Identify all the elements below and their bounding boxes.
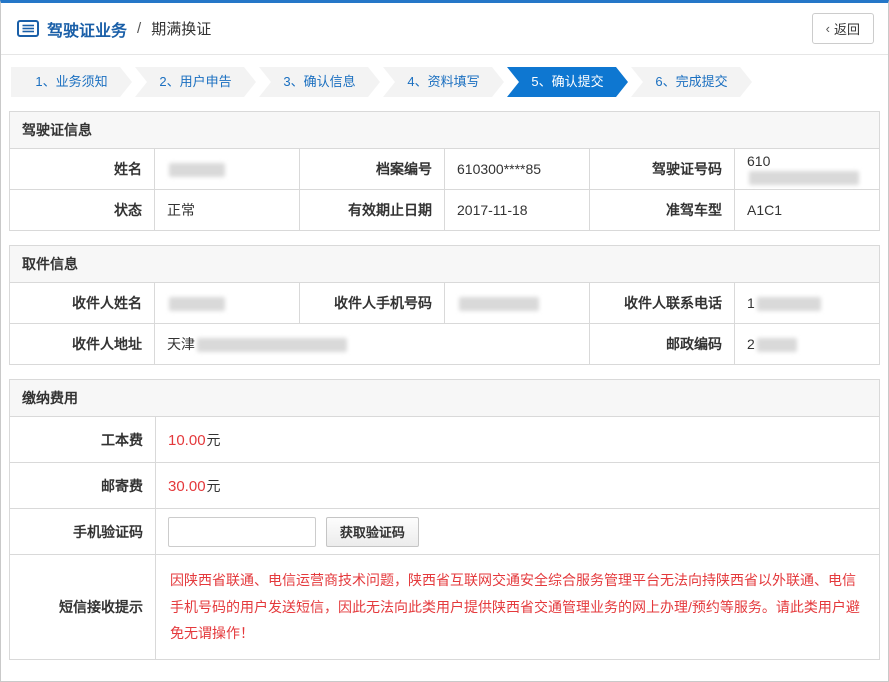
pickup-section-title: 取件信息 (9, 245, 880, 283)
recipient-address-value: 天津 (155, 324, 590, 365)
sms-notice-label: 短信接收提示 (10, 555, 156, 660)
recipient-phone-value: 1 (735, 283, 880, 324)
fee-section-title: 缴纳费用 (9, 379, 880, 417)
pickup-info-table: 收件人姓名 收件人手机号码 收件人联系电话 1 收件人地址 天津 邮政编码 2 (9, 282, 880, 365)
table-row: 收件人姓名 收件人手机号码 收件人联系电话 1 (10, 283, 880, 324)
back-chevron-icon: ‹ (826, 21, 830, 36)
postal-code-label: 邮政编码 (590, 324, 735, 365)
name-value (155, 149, 300, 190)
redacted-name (169, 163, 225, 177)
vehicle-type-label: 准驾车型 (590, 190, 735, 231)
license-info-table: 姓名 档案编号 610300****85 驾驶证号码 610 状态 正常 有效期… (9, 148, 880, 231)
license-info-section: 驾驶证信息 姓名 档案编号 610300****85 驾驶证号码 610 状态 … (9, 111, 880, 231)
header-bar: 驾驶证业务 / 期满换证 ‹ 返回 (1, 3, 888, 55)
table-row: 收件人地址 天津 邮政编码 2 (10, 324, 880, 365)
mailing-fee-unit: 元 (207, 478, 221, 494)
redacted-license-number (749, 171, 859, 185)
title-separator: / (137, 20, 141, 37)
mailing-fee-label: 邮寄费 (10, 463, 156, 509)
recipient-mobile-value (445, 283, 590, 324)
mailing-fee-amount: 30.00 (168, 478, 206, 495)
step-2-user-declaration[interactable]: 2、用户申告 (135, 67, 256, 97)
step-5-confirm-submit-active[interactable]: 5、确认提交 (507, 67, 628, 97)
file-number-value: 610300****85 (445, 149, 590, 190)
table-row: 姓名 档案编号 610300****85 驾驶证号码 610 (10, 149, 880, 190)
expiry-date-label: 有效期止日期 (300, 190, 445, 231)
redacted-postal-code (757, 338, 797, 352)
recipient-name-label: 收件人姓名 (10, 283, 155, 324)
pickup-info-section: 取件信息 收件人姓名 收件人手机号码 收件人联系电话 1 收件人地址 天津 邮政… (9, 245, 880, 365)
redacted-recipient-name (169, 297, 225, 311)
production-fee-amount: 10.00 (168, 432, 206, 449)
expiry-date-value: 2017-11-18 (445, 190, 590, 231)
recipient-name-value (155, 283, 300, 324)
redacted-phone (757, 297, 821, 311)
page-subtitle: 期满换证 (151, 18, 211, 39)
step-breadcrumb: 1、业务须知 2、用户申告 3、确认信息 4、资料填写 5、确认提交 6、完成提… (11, 67, 878, 97)
recipient-phone-label: 收件人联系电话 (590, 283, 735, 324)
footer-actions: 上一步 完成 (1, 674, 888, 682)
back-button[interactable]: ‹ 返回 (812, 13, 874, 44)
production-fee-unit: 元 (207, 432, 221, 448)
sms-code-label: 手机验证码 (10, 509, 156, 555)
table-row: 手机验证码 获取验证码 (10, 509, 880, 555)
license-section-title: 驾驶证信息 (9, 111, 880, 149)
step-3-confirm-info[interactable]: 3、确认信息 (259, 67, 380, 97)
production-fee-value: 10.00元 (156, 417, 880, 463)
table-row: 邮寄费 30.00元 (10, 463, 880, 509)
file-number-label: 档案编号 (300, 149, 445, 190)
table-row: 工本费 10.00元 (10, 417, 880, 463)
step-6-complete-submit[interactable]: 6、完成提交 (631, 67, 752, 97)
sms-notice-text: 因陕西省联通、电信运营商技术问题，陕西省互联网交通安全综合服务管理平台无法向持陕… (170, 567, 865, 647)
page: 驾驶证业务 / 期满换证 ‹ 返回 1、业务须知 2、用户申告 3、确认信息 4… (0, 0, 889, 682)
back-button-label: 返回 (834, 19, 860, 38)
step-4-fill-data[interactable]: 4、资料填写 (383, 67, 504, 97)
list-icon (17, 20, 39, 37)
recipient-mobile-label: 收件人手机号码 (300, 283, 445, 324)
license-number-label: 驾驶证号码 (590, 149, 735, 190)
postal-code-value: 2 (735, 324, 880, 365)
fee-table: 工本费 10.00元 邮寄费 30.00元 手机验证码 获取验证码 短信接收提 (9, 416, 880, 660)
production-fee-label: 工本费 (10, 417, 156, 463)
step-1-business-notice[interactable]: 1、业务须知 (11, 67, 132, 97)
status-value: 正常 (155, 190, 300, 231)
redacted-address (197, 338, 347, 352)
page-title: 驾驶证业务 (47, 17, 127, 41)
mailing-fee-value: 30.00元 (156, 463, 880, 509)
recipient-address-label: 收件人地址 (10, 324, 155, 365)
redacted-mobile (459, 297, 539, 311)
sms-code-input[interactable] (168, 517, 316, 547)
table-row: 状态 正常 有效期止日期 2017-11-18 准驾车型 A1C1 (10, 190, 880, 231)
license-number-value: 610 (735, 149, 880, 190)
table-row: 短信接收提示 因陕西省联通、电信运营商技术问题，陕西省互联网交通安全综合服务管理… (10, 555, 880, 660)
vehicle-type-value: A1C1 (735, 190, 880, 231)
status-label: 状态 (10, 190, 155, 231)
get-sms-code-button[interactable]: 获取验证码 (326, 517, 419, 547)
fee-section: 缴纳费用 工本费 10.00元 邮寄费 30.00元 手机验证码 获取验证码 (9, 379, 880, 660)
name-label: 姓名 (10, 149, 155, 190)
header-title-group: 驾驶证业务 / 期满换证 (17, 17, 211, 41)
sms-code-cell: 获取验证码 (156, 509, 880, 555)
sms-notice-cell: 因陕西省联通、电信运营商技术问题，陕西省互联网交通安全综合服务管理平台无法向持陕… (156, 555, 880, 660)
